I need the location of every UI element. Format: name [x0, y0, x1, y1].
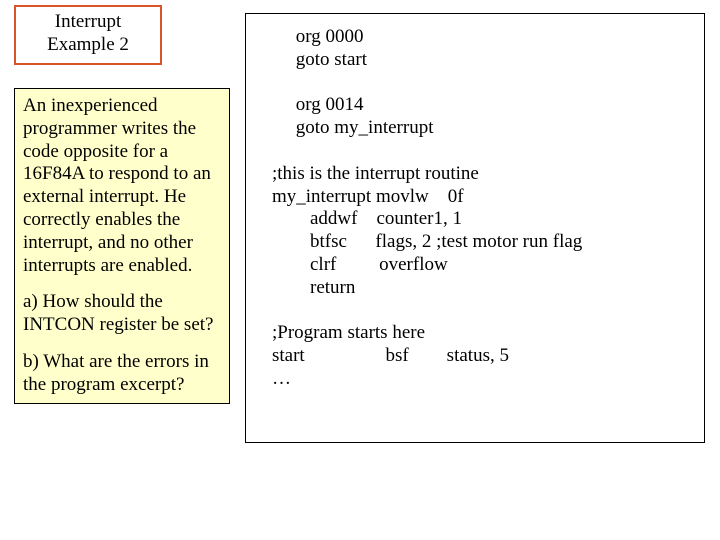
title-box: Interrupt Example 2 — [14, 5, 162, 65]
title-line-1: Interrupt — [22, 11, 154, 34]
code-listing-box: org 0000 goto start org 0014 goto my_int… — [245, 13, 705, 443]
explanation-box: An inexperienced programmer writes the c… — [14, 88, 230, 404]
intro-paragraph: An inexperienced programmer writes the c… — [23, 95, 221, 277]
question-b: b) What are the errors in the program ex… — [23, 351, 221, 397]
code-listing: org 0000 goto start org 0014 goto my_int… — [272, 26, 582, 391]
title-line-2: Example 2 — [22, 34, 154, 57]
question-a: a) How should the INTCON register be set… — [23, 291, 221, 337]
